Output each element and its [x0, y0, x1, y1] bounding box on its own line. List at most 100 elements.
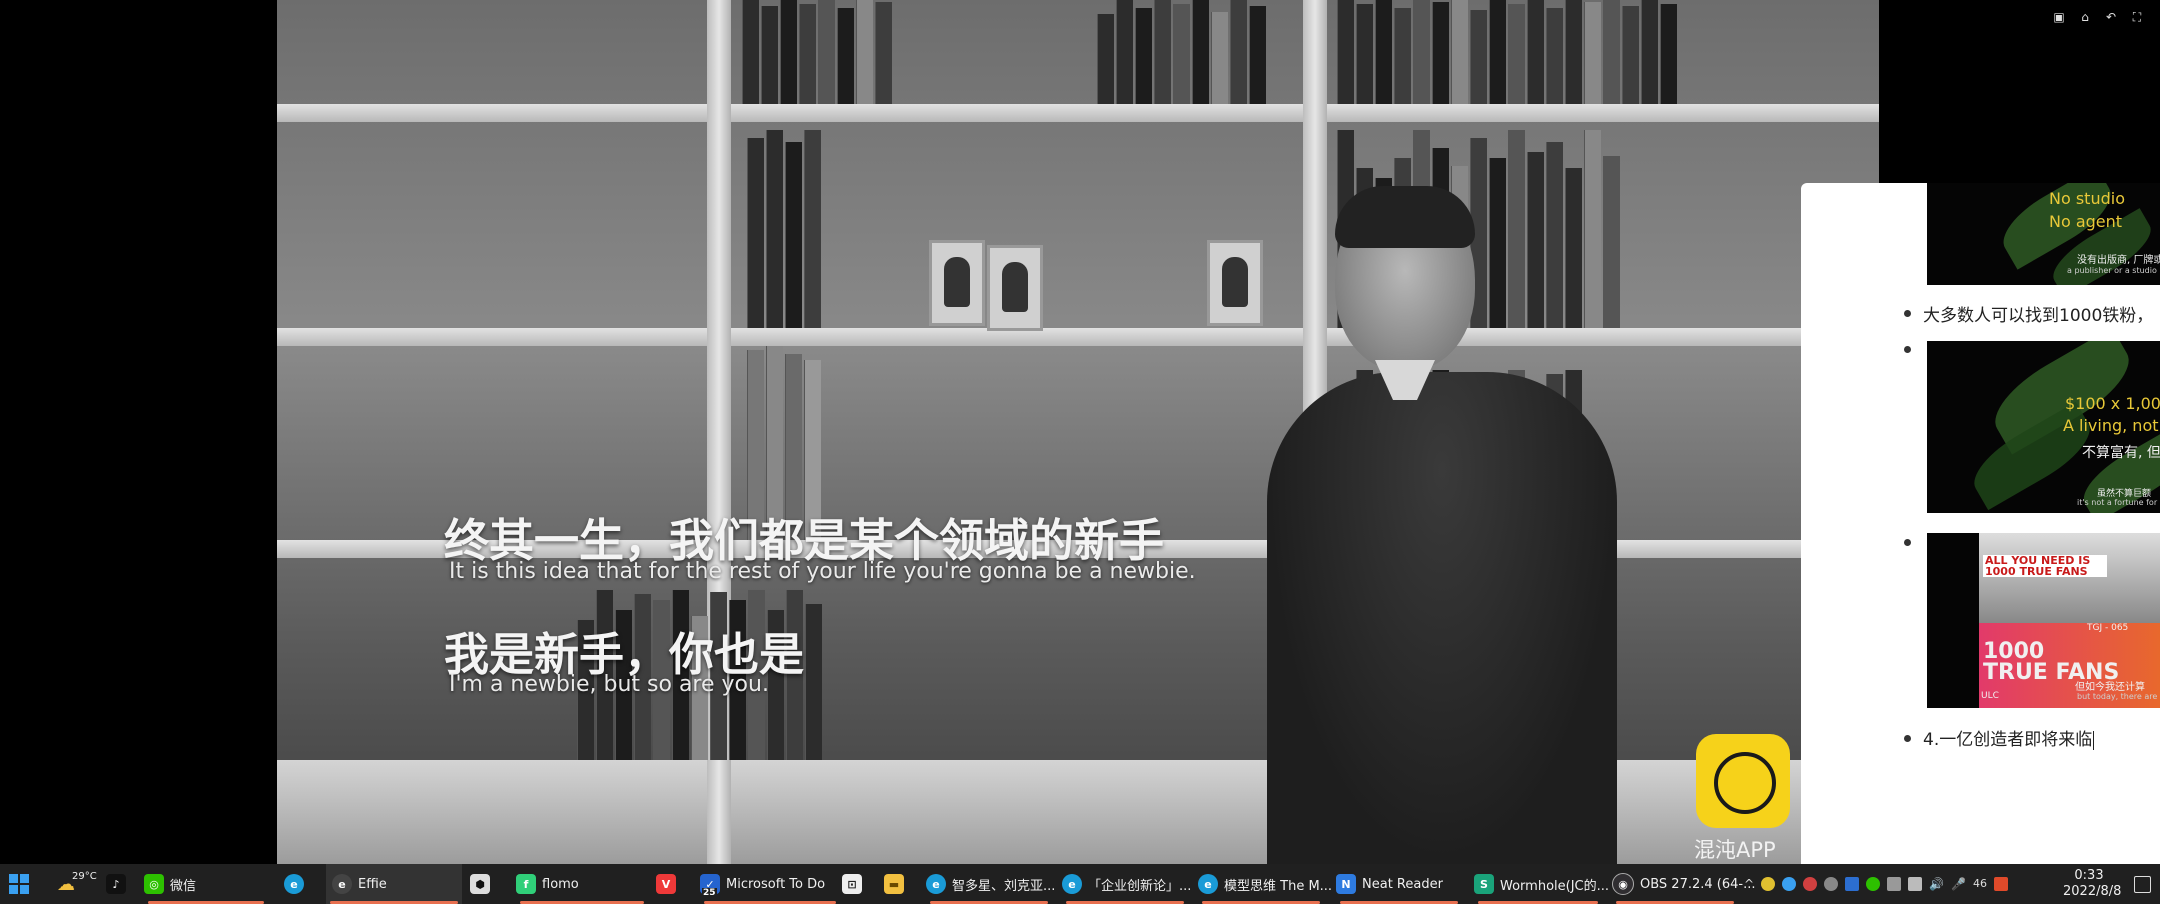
effie-icon: e — [332, 874, 352, 894]
cube-icon: ⬢ — [470, 874, 490, 894]
clock-time: 0:33 — [2074, 868, 2104, 883]
note-item-4-text[interactable]: 4.一亿创造者即将来临 — [1923, 730, 2092, 750]
taskbar-label: Effie — [358, 876, 387, 892]
hundun-app-logo — [1696, 734, 1790, 828]
subtitle-en-2: I'm a newbie, but so are you. — [449, 672, 769, 697]
book-row — [742, 0, 894, 104]
thumb3-banner: ALL YOU NEED IS 1000 TRUE FANS — [1983, 555, 2107, 577]
bullet — [1904, 735, 1911, 742]
clock[interactable]: 0:33 2022/8/8 — [2063, 868, 2122, 900]
note-panel[interactable]: No studio No agent 没有出版商, 厂牌或 a publishe… — [1801, 183, 2160, 864]
book-row — [1097, 0, 1268, 104]
fullscreen-icon[interactable]: ⛶ — [2130, 10, 2144, 24]
microphone-icon[interactable]: 🎤 — [1951, 877, 1966, 891]
taskbar-flomo[interactable]: f flomo — [516, 864, 648, 904]
bluetooth-icon[interactable] — [1845, 877, 1860, 891]
text-cursor — [2093, 730, 2095, 750]
thumb1-cn: 没有出版商, 厂牌或 — [2077, 255, 2160, 266]
input-method-icon[interactable] — [1993, 877, 2008, 891]
volume-icon[interactable]: 🔊 — [1929, 877, 1944, 891]
system-tray: ^ 🔊 🎤 46 — [1744, 864, 2008, 904]
taskbar-screenshot-tool[interactable]: ⊡ — [842, 864, 868, 904]
tray-app-icon[interactable] — [1761, 877, 1776, 891]
ime-indicator[interactable]: 46 — [1973, 877, 1987, 891]
wechat-tray-icon[interactable] — [1866, 877, 1881, 891]
folder-icon: ▬ — [884, 874, 904, 894]
windows-icon — [9, 874, 29, 894]
window-controls: ▣ ⌂ ↶ ⛶ — [2052, 10, 2144, 24]
thumb1-tiny: a publisher or a studio label or — [2067, 266, 2160, 275]
book-row — [747, 130, 823, 328]
pip-icon[interactable]: ▣ — [2052, 10, 2066, 24]
tray-app-icon[interactable] — [1887, 877, 1902, 891]
crowd-photo — [1979, 533, 2160, 623]
screenshot-icon: ⊡ — [842, 874, 862, 894]
person-body — [1267, 372, 1617, 864]
taskbar-label: Microsoft To Do — [726, 876, 826, 892]
thumb2-line1: $100 x 1,000 = — [2065, 394, 2160, 413]
taskbar-label: OBS 27.2.4 (64-... — [1640, 876, 1756, 892]
chevron-up-icon[interactable]: ^ — [1744, 877, 1754, 891]
taskbar-edge-2[interactable]: e 「企业创新论」... — [1062, 864, 1192, 904]
taskbar-wormhole[interactable]: S Wormhole(JC的... — [1474, 864, 1609, 904]
taskbar-effie[interactable]: e Effie — [326, 864, 462, 904]
thumb2-tiny: it's not a fortune for — [2077, 498, 2158, 507]
taskbar-label: Neat Reader — [1362, 876, 1443, 892]
thumb3-ulc: ULC — [1981, 691, 1999, 701]
taskbar-edge-pinned[interactable]: e — [284, 864, 310, 904]
taskbar-label: 微信 — [170, 878, 197, 894]
bullet — [1904, 310, 1911, 317]
taskbar-file-explorer[interactable]: ▬ — [884, 864, 910, 904]
thumb2-line2: A living, not a — [2063, 416, 2160, 435]
vivaldi-icon: V — [656, 874, 676, 894]
taskbar-todo[interactable]: ✓ 25 Microsoft To Do — [700, 864, 840, 904]
home-icon[interactable]: ⌂ — [2078, 10, 2092, 24]
weather-widget[interactable]: ☁ 29°C — [56, 864, 107, 904]
taskbar-edge-3[interactable]: e 模型思维 The M... — [1198, 864, 1332, 904]
network-icon[interactable] — [1908, 877, 1923, 891]
shelf-cabinet — [277, 760, 1879, 864]
framed-photo — [1207, 240, 1263, 326]
taskbar-label: 「企业创新论」... — [1088, 878, 1192, 894]
note-image-3[interactable]: ALL YOU NEED IS 1000 TRUE FANS TGJ - 065… — [1927, 533, 2160, 708]
tiktok-icon: ♪ — [106, 874, 126, 894]
note-item-1[interactable]: 大多数人可以找到1000铁粉， — [1923, 301, 2153, 326]
note-image-2[interactable]: $100 x 1,000 = A living, not a 不算富有, 但 虽… — [1927, 341, 2160, 513]
shelf — [277, 328, 1879, 346]
thumb3-big: 1000 TRUE FANS — [1983, 639, 2120, 685]
neat-reader-icon: N — [1336, 874, 1356, 894]
start-button[interactable] — [8, 864, 30, 904]
thumb3-tiny: but today, there are tens of th — [2077, 692, 2160, 701]
tray-app-icon[interactable] — [1824, 877, 1839, 891]
thumb3-badge: TGJ - 065 — [2087, 623, 2129, 633]
taskbar-cube-app[interactable]: ⬢ — [470, 864, 496, 904]
note-image-1[interactable]: No studio No agent 没有出版商, 厂牌或 a publishe… — [1927, 183, 2160, 285]
edge-icon: e — [926, 874, 946, 894]
taskbar-edge-1[interactable]: e 智多星、刘克亚... — [926, 864, 1056, 904]
taskbar-label: 智多星、刘克亚... — [952, 878, 1056, 894]
subtitle-en-1: It is this idea that for the rest of you… — [449, 559, 1196, 584]
back-icon[interactable]: ↶ — [2104, 10, 2118, 24]
edge-icon: e — [1198, 874, 1218, 894]
thumb1-line2: No agent — [2049, 212, 2123, 231]
taskbar-label: 模型思维 The M... — [1224, 878, 1333, 894]
taskbar-obs[interactable]: ◉ OBS 27.2.4 (64-... — [1612, 864, 1756, 904]
clock-date: 2022/8/8 — [2063, 884, 2122, 899]
obs-icon: ◉ — [1612, 873, 1634, 895]
taskbar-neat-reader[interactable]: N Neat Reader — [1336, 864, 1462, 904]
note-item-4[interactable]: 4.一亿创造者即将来临 — [1923, 725, 2095, 750]
tray-app-icon[interactable] — [1803, 877, 1818, 891]
notification-icon[interactable] — [2134, 876, 2151, 893]
thumb2-cn: 不算富有, 但 — [2082, 445, 2160, 461]
taskbar-vivaldi[interactable]: V — [656, 864, 682, 904]
taskbar-tiktok[interactable]: ♪ — [106, 864, 132, 904]
edge-icon: e — [284, 874, 304, 894]
taskbar-wechat[interactable]: ◎ 微信 — [144, 864, 268, 904]
person-hair — [1335, 186, 1475, 248]
todo-icon: ✓ 25 — [700, 874, 720, 898]
book-row — [1337, 0, 1679, 104]
tray-app-icon[interactable] — [1782, 877, 1797, 891]
hundun-app-label: 混沌APP — [1694, 838, 1776, 862]
video-frame[interactable] — [277, 0, 1879, 864]
taskbar: ☁ 29°C ♪ ◎ 微信 e e Effie ⬢ f flomo V ✓ 25 … — [0, 864, 2160, 904]
